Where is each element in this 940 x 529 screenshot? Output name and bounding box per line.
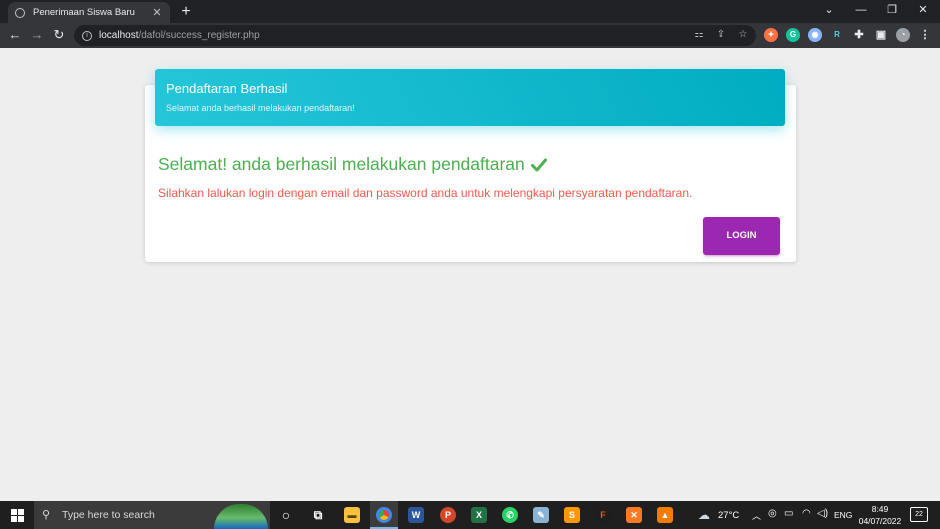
task-view-icon[interactable]: ⧉ (310, 507, 326, 523)
browser-titlebar: Penerimaan Siswa Baru ✕ + ⌄ — ❐ ✕ (0, 0, 940, 23)
card-header: Pendaftaran Berhasil Selamat anda berhas… (155, 69, 785, 126)
browser-tab[interactable]: Penerimaan Siswa Baru ✕ (8, 2, 170, 23)
whatsapp-icon[interactable]: ✆ (502, 507, 518, 523)
tab-close-icon[interactable]: ✕ (151, 6, 163, 19)
grammarly-icon[interactable]: G (786, 28, 800, 42)
minimize-button[interactable]: — (846, 0, 876, 23)
clock-time: 8:49 (871, 504, 889, 514)
notes-app-icon[interactable]: ✎ (533, 507, 549, 523)
url-path: /dafol/success_register.php (138, 30, 260, 41)
login-button[interactable]: LOGIN (703, 217, 780, 255)
notification-center-icon[interactable]: 22 (910, 507, 928, 522)
extensions-puzzle-icon[interactable]: ✚ (852, 28, 866, 42)
file-explorer-icon[interactable]: ▬ (344, 507, 360, 523)
search-icon: ⚲ (42, 509, 51, 521)
chrome-icon[interactable] (376, 507, 392, 523)
back-button[interactable]: ← (6, 26, 24, 44)
side-panel-icon[interactable]: ▣ (874, 28, 888, 42)
success-message: Selamat! anda berhasil melakukan pendaft… (158, 154, 547, 175)
checkmark-icon (530, 158, 547, 171)
windows-taskbar: ⚲ Type here to search ○ ⧉ ▬ W P X ✆ ✎ S … (0, 501, 940, 529)
cortana-icon[interactable]: ○ (278, 507, 294, 523)
globe-icon (15, 7, 25, 18)
forward-button[interactable]: → (28, 26, 46, 44)
share-icon[interactable]: ⇪ (714, 28, 728, 42)
tray-app-icon[interactable]: ◎ (768, 508, 777, 519)
clock-date: 04/07/2022 (858, 516, 902, 526)
address-bar[interactable]: i localhost /dafol/success_register.php … (74, 25, 756, 46)
tab-title: Penerimaan Siswa Baru (33, 7, 135, 18)
login-instruction-text: Silahkan lalukan login dengan email dan … (158, 186, 693, 200)
card-title: Pendaftaran Berhasil (166, 81, 288, 96)
taskbar-search-box[interactable]: ⚲ Type here to search (34, 501, 270, 529)
word-icon[interactable]: W (408, 507, 424, 523)
battery-icon[interactable]: ▭ (784, 508, 793, 519)
tab-search-icon[interactable]: ⌄ (814, 0, 844, 23)
excel-icon[interactable]: X (471, 507, 487, 523)
windows-start-button[interactable] (0, 501, 34, 529)
figma-icon[interactable]: F (595, 507, 611, 523)
close-window-button[interactable]: ✕ (908, 0, 938, 23)
powerpoint-icon[interactable]: P (440, 507, 456, 523)
extension-circle-icon[interactable]: ◉ (808, 28, 822, 42)
weather-temperature[interactable]: 27°C (718, 510, 739, 521)
app-orange-icon[interactable]: ▲ (657, 507, 673, 523)
wifi-icon[interactable]: ◠ (802, 508, 811, 519)
new-tab-button[interactable]: + (178, 2, 194, 21)
browser-toolbar: ← → ↻ i localhost /dafol/success_registe… (0, 23, 940, 48)
success-text: Selamat! anda berhasil melakukan pendaft… (158, 154, 525, 174)
reload-button[interactable]: ↻ (50, 26, 68, 44)
extension-r-icon[interactable]: R (830, 28, 844, 42)
xampp-icon[interactable]: ✕ (626, 507, 642, 523)
site-info-icon[interactable]: i (82, 30, 92, 41)
url-host: localhost (99, 30, 139, 41)
language-indicator[interactable]: ENG (834, 510, 852, 520)
profile-avatar[interactable]: ◔ (896, 28, 910, 42)
sublime-text-icon[interactable]: S (564, 507, 580, 523)
card-subtitle: Selamat anda berhasil melakukan pendafta… (166, 103, 355, 113)
weather-cloud-icon: ☁ (698, 508, 710, 522)
maximize-button[interactable]: ❐ (877, 0, 907, 23)
translate-icon[interactable]: ⚏ (692, 28, 706, 42)
tray-chevron-icon[interactable]: ︿ (752, 509, 761, 522)
volume-icon[interactable]: ◁) (817, 508, 828, 519)
menu-kebab-icon[interactable]: ⋮ (918, 28, 932, 42)
system-clock[interactable]: 8:49 04/07/2022 (856, 503, 904, 527)
bookmark-star-icon[interactable]: ☆ (736, 28, 750, 42)
extension-fox-icon[interactable]: ✦ (764, 28, 778, 42)
search-placeholder: Type here to search (62, 509, 155, 521)
search-highlight-art (214, 504, 268, 529)
